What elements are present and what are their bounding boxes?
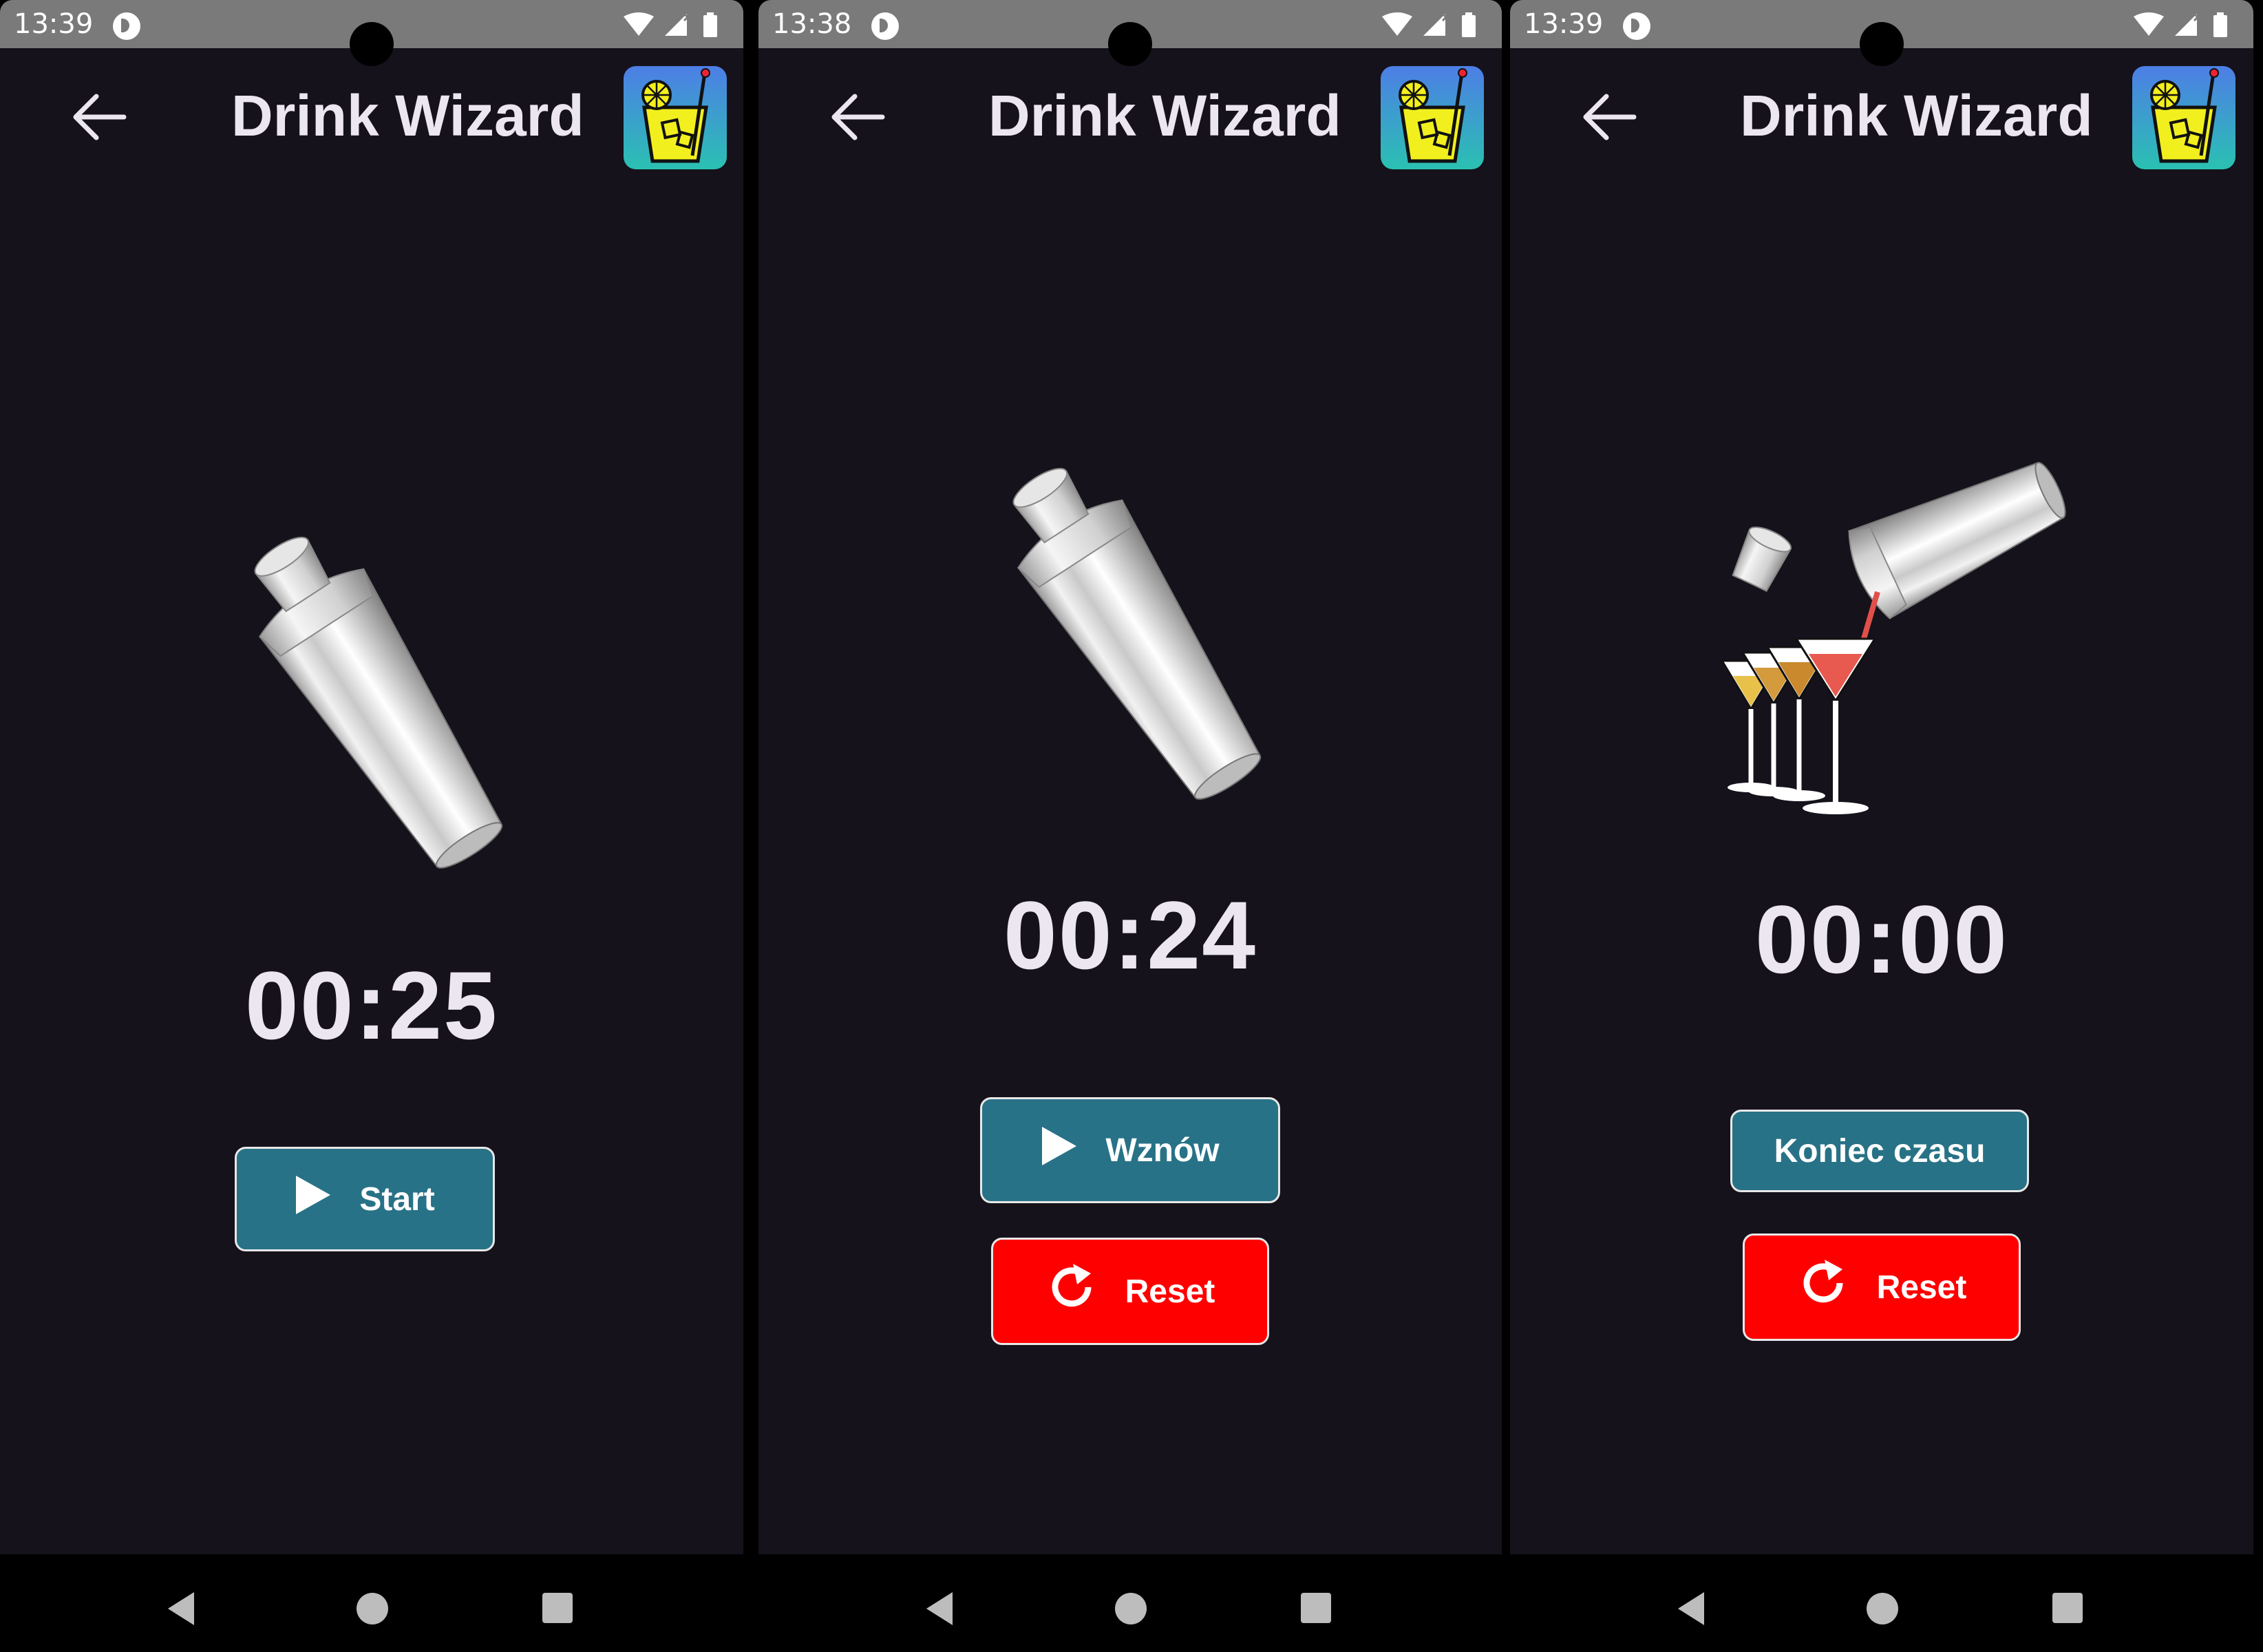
start-button-label: Start	[359, 1180, 435, 1218]
time-up-button[interactable]: Koniec czasu	[1730, 1110, 2029, 1192]
navigation-bar-2	[758, 1554, 1502, 1652]
phone-screen-1: 13:39 Drink Wizard 00:25 Start	[0, 0, 743, 1554]
arrow-left-icon[interactable]	[1579, 89, 1641, 145]
wifi-icon	[624, 12, 654, 36]
resume-button[interactable]: Wznów	[980, 1097, 1280, 1203]
notification-app-icon	[1623, 12, 1650, 40]
play-icon	[1041, 1125, 1078, 1175]
navigation-bar-1	[0, 1554, 743, 1652]
signal-icon	[2175, 12, 2202, 36]
signal-icon	[665, 12, 692, 36]
phone-screen-2: 13:38 Drink Wizard 00:24 Wznów Reset	[758, 0, 1502, 1554]
battery-icon	[2213, 12, 2227, 37]
nav-home-icon[interactable]	[1115, 1593, 1147, 1624]
navigation-bar-3	[1510, 1554, 2253, 1652]
notification-app-icon	[871, 12, 899, 40]
arrow-left-icon[interactable]	[827, 89, 889, 145]
app-title: Drink Wizard	[1740, 83, 2093, 148]
wifi-icon	[1382, 12, 1412, 36]
nav-recent-icon[interactable]	[1301, 1593, 1331, 1623]
battery-icon	[703, 12, 717, 37]
app-logo-icon	[1381, 66, 1484, 169]
countdown-timer: 00:00	[1754, 885, 2009, 993]
nav-back-icon[interactable]	[926, 1592, 953, 1625]
countdown-timer: 00:25	[244, 951, 499, 1059]
cocktail-shaker-image	[254, 536, 503, 869]
nav-home-icon[interactable]	[357, 1593, 388, 1624]
play-icon	[295, 1174, 332, 1224]
time-up-button-label: Koniec czasu	[1774, 1132, 1986, 1169]
reset-button[interactable]: Reset	[1743, 1233, 2021, 1341]
nav-home-icon[interactable]	[1867, 1593, 1898, 1624]
phone-screen-3: 13:39 Drink Wizard 00:00 Koniec czasu Re…	[1510, 0, 2253, 1554]
system-icons	[2127, 11, 2244, 39]
nav-back-icon[interactable]	[1678, 1592, 1704, 1625]
camera-cutout	[1860, 22, 1904, 66]
resume-button-label: Wznów	[1105, 1132, 1220, 1169]
app-logo-icon	[2132, 66, 2235, 169]
nav-recent-icon[interactable]	[2052, 1593, 2083, 1623]
refresh-icon	[1797, 1257, 1849, 1317]
refresh-icon	[1045, 1261, 1098, 1322]
pouring-cocktails-image	[1720, 462, 2066, 814]
reset-button[interactable]: Reset	[991, 1238, 1269, 1345]
app-title: Drink Wizard	[988, 83, 1341, 148]
camera-cutout	[1108, 22, 1152, 66]
start-button[interactable]: Start	[235, 1147, 495, 1251]
system-icons	[617, 11, 734, 39]
battery-icon	[1462, 12, 1476, 37]
cocktail-shaker-image	[1012, 467, 1262, 800]
notification-app-icon	[113, 12, 140, 40]
countdown-timer: 00:24	[1003, 881, 1257, 989]
signal-icon	[1423, 12, 1451, 36]
status-time: 13:38	[772, 8, 852, 40]
reset-button-label: Reset	[1125, 1273, 1215, 1310]
camera-cutout	[350, 22, 394, 66]
nav-back-icon[interactable]	[168, 1592, 194, 1625]
nav-recent-icon[interactable]	[542, 1593, 573, 1623]
wifi-icon	[2134, 12, 2164, 36]
status-time: 13:39	[14, 8, 94, 40]
arrow-left-icon[interactable]	[69, 89, 131, 145]
status-time: 13:39	[1524, 8, 1604, 40]
reset-button-label: Reset	[1876, 1269, 1967, 1306]
system-icons	[1375, 11, 1492, 39]
app-logo-icon	[624, 66, 727, 169]
app-title: Drink Wizard	[231, 83, 584, 148]
